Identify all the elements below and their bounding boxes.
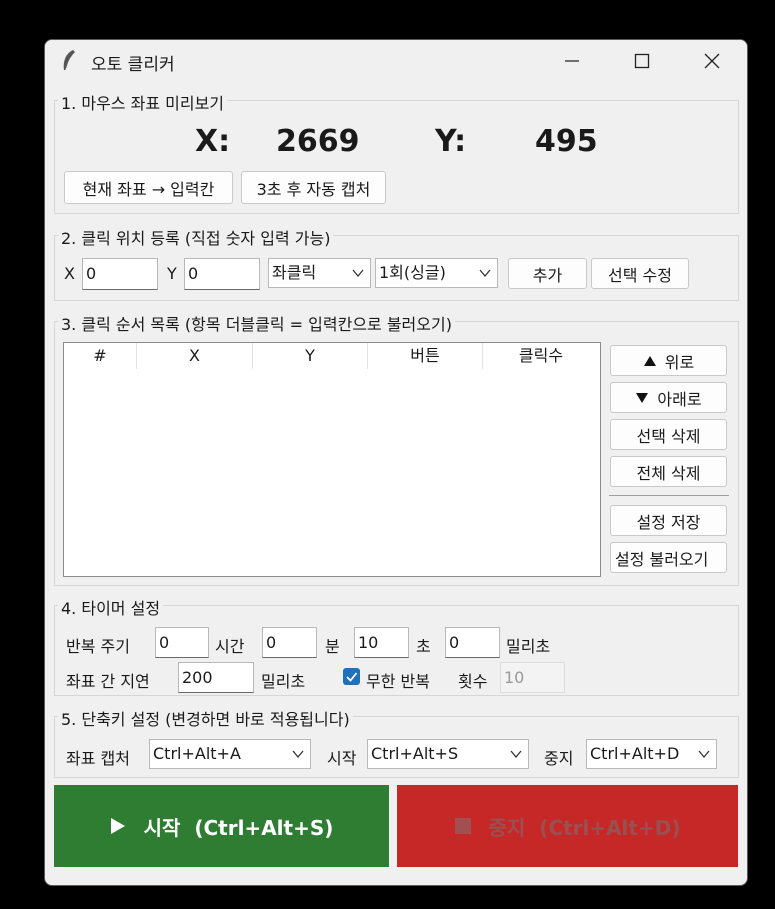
- y-coord-value: 495: [535, 124, 598, 159]
- click-register-title: 2. 클릭 위치 등록 (직접 숫자 입력 가능): [58, 225, 334, 249]
- stop-hotkey-value: Ctrl+Alt+D: [590, 744, 680, 763]
- click-sequence-title: 3. 클릭 순서 목록 (항목 더블클릭 = 입력칸으로 불러오기): [58, 311, 455, 335]
- seconds-input[interactable]: 10: [354, 627, 409, 658]
- save-settings-button[interactable]: 설정 저장: [610, 505, 727, 536]
- hours-input[interactable]: 0: [155, 627, 209, 658]
- stop-button-label: 중지 (Ctrl+Alt+D): [488, 815, 681, 840]
- delete-all-button[interactable]: 전체 삭제: [610, 456, 727, 487]
- load-settings-button[interactable]: 설정 불러오기: [610, 542, 727, 573]
- seconds-unit: 초: [416, 637, 431, 656]
- click-button-select[interactable]: 좌클릭: [268, 258, 371, 288]
- maximize-button[interactable]: [607, 40, 677, 82]
- column-header-y[interactable]: Y: [253, 343, 368, 369]
- capture-hotkey-select[interactable]: Ctrl+Alt+A: [149, 739, 311, 769]
- auto-capture-button[interactable]: 3초 후 자동 캡처: [241, 171, 386, 204]
- chevron-down-icon: [510, 750, 522, 759]
- y-label: Y: [167, 264, 177, 283]
- move-down-button[interactable]: 아래로: [610, 382, 727, 413]
- x-label: X: [64, 264, 75, 283]
- coord-delay-label: 좌표 간 지연: [66, 672, 150, 691]
- chevron-down-icon: [698, 750, 710, 759]
- click-sequence-table[interactable]: # X Y 버튼 클릭수: [63, 342, 601, 577]
- column-header-click-count[interactable]: 클릭수: [483, 343, 599, 369]
- column-header-x[interactable]: X: [137, 343, 253, 369]
- start-button[interactable]: 시작 (Ctrl+Alt+S): [54, 785, 389, 867]
- start-button-label: 시작 (Ctrl+Alt+S): [143, 815, 334, 840]
- stop-hotkey-label: 중지: [544, 749, 574, 768]
- hours-unit: 시간: [215, 637, 245, 656]
- y-input[interactable]: 0: [184, 258, 260, 290]
- move-up-button[interactable]: 위로: [610, 345, 727, 376]
- stop-hotkey-select[interactable]: Ctrl+Alt+D: [586, 739, 717, 769]
- maximize-icon: [634, 53, 650, 69]
- mouse-preview-title: 1. 마우스 좌표 미리보기: [58, 90, 228, 114]
- x-coord-value: 2669: [276, 124, 360, 159]
- infinite-repeat-label: 무한 반복: [366, 672, 430, 691]
- close-icon: [704, 53, 720, 69]
- checkmark-icon: [346, 672, 358, 682]
- start-hotkey-label: 시작: [327, 749, 357, 768]
- x-input[interactable]: 0: [82, 258, 158, 290]
- click-count-select[interactable]: 1회(싱글): [375, 258, 498, 288]
- repeat-count-label: 횟수: [458, 672, 488, 691]
- minimize-button[interactable]: [537, 40, 607, 82]
- to-input-button[interactable]: 현재 좌표 → 입력칸: [64, 171, 233, 204]
- minutes-input[interactable]: 0: [262, 627, 317, 658]
- stop-button[interactable]: 중지 (Ctrl+Alt+D): [397, 785, 738, 867]
- hotkey-title: 5. 단축키 설정 (변경하면 바로 적용됩니다): [58, 706, 353, 730]
- capture-hotkey-label: 좌표 캡처: [66, 749, 130, 768]
- infinite-repeat-checkbox[interactable]: [343, 668, 360, 685]
- milliseconds-unit: 밀리초: [506, 637, 551, 656]
- column-header-index[interactable]: #: [64, 343, 137, 369]
- delete-selected-button[interactable]: 선택 삭제: [610, 419, 727, 450]
- repeat-count-input[interactable]: 10: [500, 662, 565, 693]
- triangle-down-icon: [636, 392, 649, 403]
- chevron-down-icon: [352, 269, 364, 278]
- play-icon: [110, 818, 125, 834]
- chevron-down-icon: [479, 269, 491, 278]
- click-button-select-value: 좌클릭: [272, 263, 317, 282]
- click-count-select-value: 1회(싱글): [379, 263, 446, 282]
- stop-icon: [454, 818, 471, 834]
- move-up-label: 위로: [664, 352, 695, 372]
- timer-title: 4. 타이머 설정: [58, 595, 164, 619]
- coord-delay-unit: 밀리초: [261, 672, 306, 691]
- triangle-up-icon: [643, 355, 656, 366]
- move-down-label: 아래로: [657, 389, 702, 409]
- y-coord-label: Y:: [435, 124, 467, 159]
- start-hotkey-select[interactable]: Ctrl+Alt+S: [367, 739, 529, 769]
- chevron-down-icon: [292, 750, 304, 759]
- window-title: 오토 클리커: [91, 55, 175, 75]
- close-button[interactable]: [677, 40, 747, 82]
- app-window: 오토 클리커 1. 마우스 좌표 미리보기 X: 2669 Y: 495 현재 …: [44, 39, 748, 886]
- x-coord-label: X:: [195, 124, 231, 159]
- column-header-button[interactable]: 버튼: [368, 343, 483, 369]
- edit-selected-button[interactable]: 선택 수정: [591, 258, 689, 289]
- minimize-icon: [565, 60, 579, 62]
- start-hotkey-value: Ctrl+Alt+S: [371, 744, 459, 763]
- coord-delay-input[interactable]: 200: [178, 662, 254, 693]
- feather-icon: [63, 50, 75, 73]
- add-button[interactable]: 추가: [508, 258, 587, 289]
- repeat-interval-label: 반복 주기: [66, 637, 130, 656]
- button-separator: [609, 495, 729, 496]
- minutes-unit: 분: [325, 637, 340, 656]
- milliseconds-input[interactable]: 0: [445, 627, 500, 658]
- capture-hotkey-value: Ctrl+Alt+A: [153, 744, 241, 763]
- title-bar[interactable]: 오토 클리커: [45, 40, 747, 82]
